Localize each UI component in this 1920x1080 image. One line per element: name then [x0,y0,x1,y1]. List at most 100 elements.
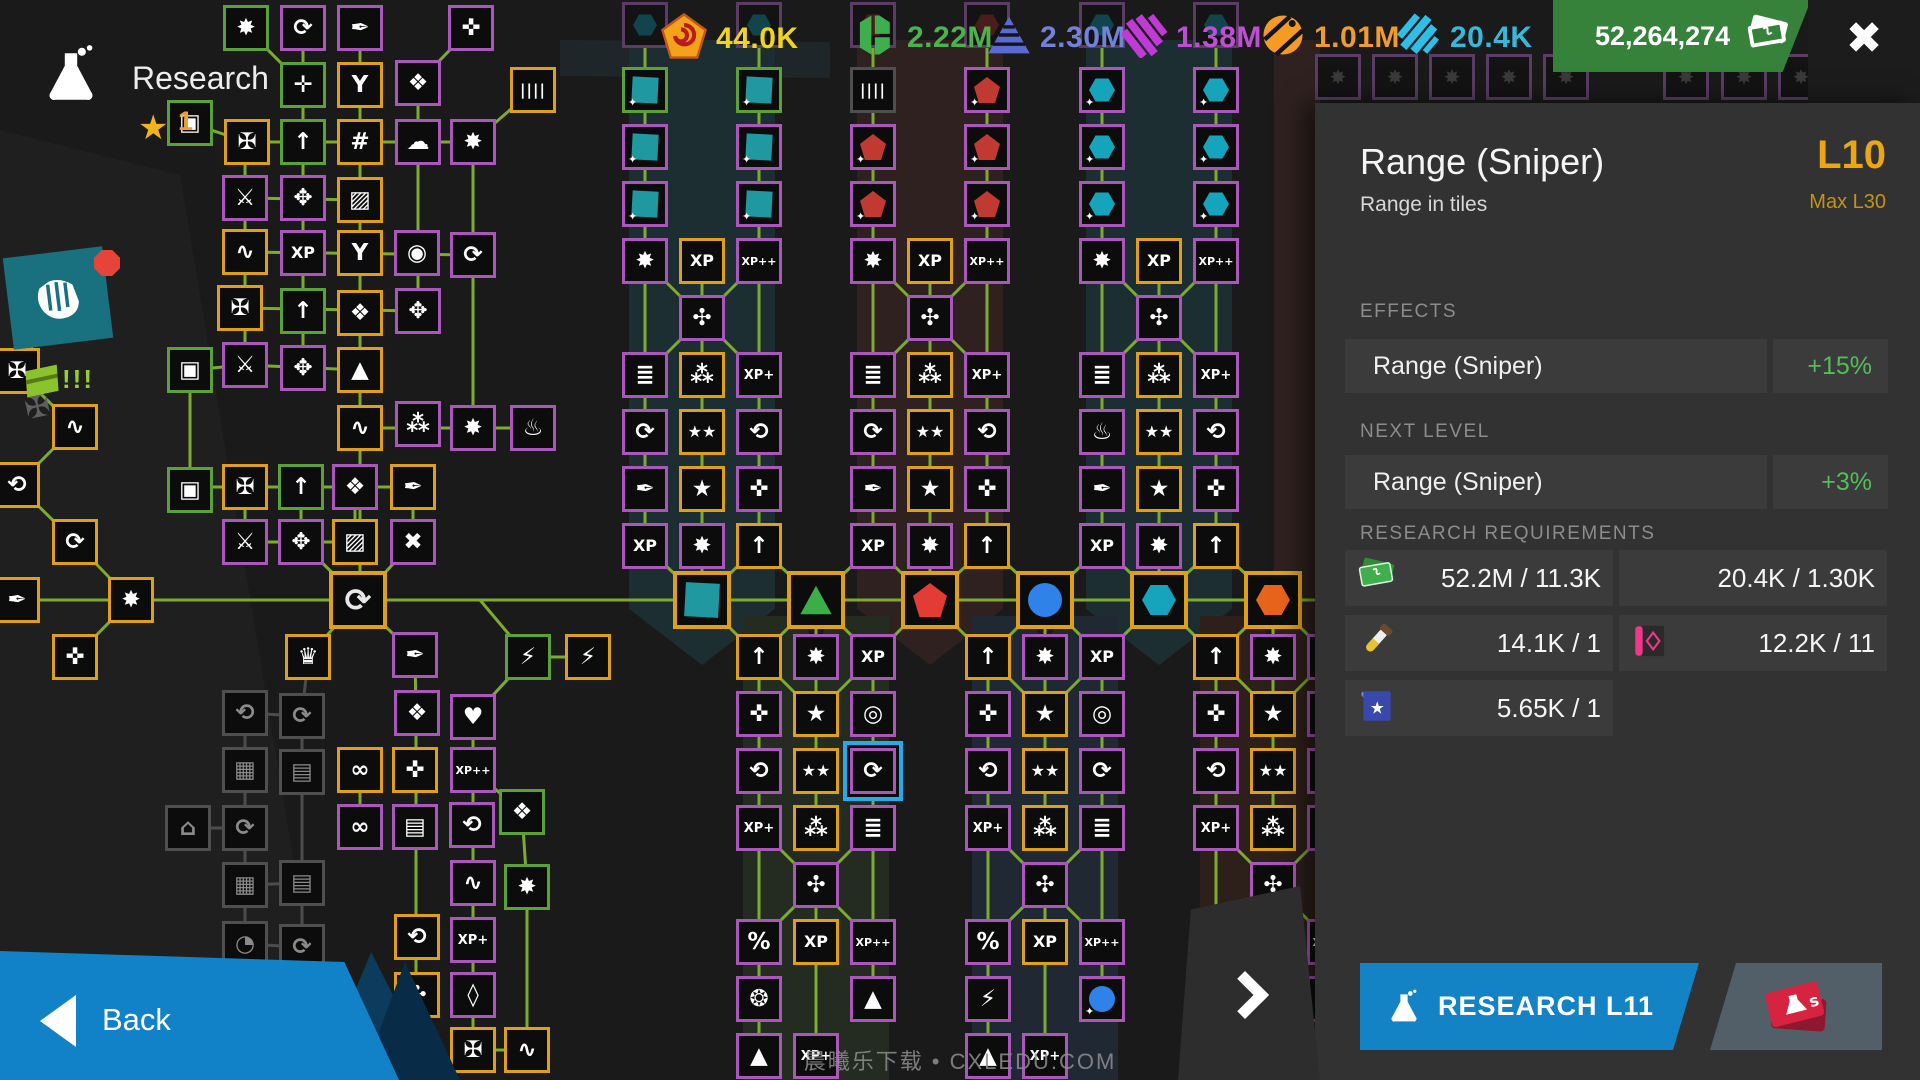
tree-node[interactable]: ✥ [395,288,441,334]
tree-node[interactable]: ✠ [222,464,268,510]
tree-node[interactable]: ⁂ [679,352,725,398]
tree-node[interactable]: ✜ [52,634,98,680]
tree-node[interactable]: ✸ [1136,523,1182,569]
tree-node[interactable]: XP [1022,919,1068,965]
tree-node[interactable]: XP++ [736,238,782,284]
tree-node[interactable]: ⟲ [964,409,1010,455]
tree-node[interactable]: ★★ [1022,748,1068,794]
research-button[interactable]: RESEARCH L11 [1360,963,1699,1050]
locked-node[interactable]: ⟲ [222,690,268,736]
tree-node[interactable]: ✒ [1079,466,1125,512]
tree-node[interactable]: ✸ [850,238,896,284]
tree-node[interactable]: ✒ [337,5,383,51]
locked-node[interactable]: ⟳ [279,693,325,739]
milestone-gem-node[interactable]: ⟳ [329,571,387,629]
tree-node[interactable]: ⟲ [1193,409,1239,455]
tree-node[interactable]: % [965,919,1011,965]
tree-node[interactable]: ✜ [1193,691,1239,737]
close-icon[interactable]: ✖ [1838,12,1890,64]
tree-node[interactable]: ✣ [1136,295,1182,341]
tree-node[interactable]: Y [337,230,383,276]
tree-node[interactable]: ✠ [450,1027,496,1073]
tree-node[interactable]: ✦ [622,67,668,113]
tree-node[interactable]: ✒ [390,464,436,510]
tree-node[interactable]: ✸ [450,119,496,165]
tree-node[interactable]: XP [280,230,326,276]
tree-node[interactable]: ✸ [1022,634,1068,680]
tree-node[interactable]: ✠ [217,285,263,331]
tree-node[interactable]: ⟳ [1079,748,1125,794]
tree-node[interactable]: ✸ [1250,634,1296,680]
tree-node[interactable]: ∿ [222,229,268,275]
tree-node[interactable]: ⁂ [907,352,953,398]
tree-node[interactable]: ∿ [52,404,98,450]
tree-node[interactable]: ⚔ [222,342,268,388]
tree-node[interactable]: ★ [793,691,839,737]
tree-node[interactable]: XP [622,523,668,569]
tree-node[interactable]: ✦ [736,124,782,170]
tree-node[interactable]: XP+ [1193,352,1239,398]
locked-node[interactable]: ⟳ [222,805,268,851]
tree-node[interactable]: ✸ [504,864,550,910]
tree-node[interactable]: XP [679,238,725,284]
tree-node[interactable]: ⁂ [1250,805,1296,851]
tree-node[interactable]: ✸ [1079,238,1125,284]
tree-node[interactable]: ⚡ [505,634,551,680]
ticket-research-button[interactable]: s [1710,963,1882,1050]
tree-node[interactable]: ⟳ [280,5,326,51]
tree-node[interactable]: ✦ [1079,976,1125,1022]
tree-node[interactable]: ✦ [622,124,668,170]
tree-node[interactable]: ↑ [964,523,1010,569]
tree-node[interactable]: XP [793,919,839,965]
tree-node[interactable]: ✣ [793,862,839,908]
tree-node[interactable]: ↑ [965,634,1011,680]
tree-node[interactable]: ⟲ [449,802,495,848]
tree-node[interactable]: ⟳ [622,409,668,455]
tree-node[interactable]: ✸ [223,5,269,51]
milestone-gem-node[interactable] [673,571,731,629]
tree-node[interactable]: ✜ [1193,466,1239,512]
tree-node[interactable]: ▨ [337,177,383,223]
tree-node[interactable]: ★ [1022,691,1068,737]
tree-node[interactable]: ★★ [1250,748,1296,794]
locked-node[interactable]: ▦ [222,862,268,908]
tree-node[interactable]: ✦ [1079,124,1125,170]
milestone-gem-node[interactable] [1016,571,1074,629]
tree-node[interactable]: ✜ [965,691,1011,737]
tree-node[interactable]: XP+ [736,352,782,398]
tree-node[interactable]: ❖ [332,464,378,510]
tree-node[interactable]: ≣ [850,805,896,851]
tree-node[interactable]: ♥ [450,694,496,740]
tree-node[interactable]: |||| [510,67,556,113]
tree-node[interactable]: ✸ [450,405,496,451]
tree-node[interactable]: Y [337,62,383,108]
tree-node[interactable]: ★ [1250,691,1296,737]
tree-node[interactable]: ✜ [448,5,494,51]
locked-node[interactable]: ⌂ [165,805,211,851]
tree-node[interactable]: ⟲ [965,748,1011,794]
tree-node[interactable]: ☁ [395,119,441,165]
tree-node[interactable]: ✥ [280,175,326,221]
tree-node[interactable]: ↑ [280,288,326,334]
tree-node[interactable]: ❖ [337,290,383,336]
tree-node[interactable]: XP+ [964,352,1010,398]
tree-node[interactable]: ✸ [793,634,839,680]
tree-node[interactable]: ✛ [280,62,326,108]
tree-node[interactable]: ↑ [736,523,782,569]
tree-node[interactable]: ✦ [1193,67,1239,113]
tree-node[interactable]: ⟲ [736,409,782,455]
tree-node[interactable]: ⚔ [222,519,268,565]
tree-node[interactable]: ◊ [450,972,496,1018]
tree-node[interactable]: ✖ [390,519,436,565]
tree-node[interactable]: ✜ [392,747,438,793]
tree-node[interactable]: ↑ [736,634,782,680]
tree-node[interactable]: ◎ [1079,691,1125,737]
tree-node[interactable]: ✦ [1079,67,1125,113]
milestone-gem-node[interactable] [1130,571,1188,629]
selected-research-node[interactable]: ⟳ [850,748,896,794]
tree-node[interactable]: ✣ [907,295,953,341]
tree-node[interactable]: ∿ [450,860,496,906]
tree-node[interactable]: ✣ [1022,862,1068,908]
tree-node[interactable]: ✥ [278,519,324,565]
tree-node[interactable]: XP++ [1079,919,1125,965]
